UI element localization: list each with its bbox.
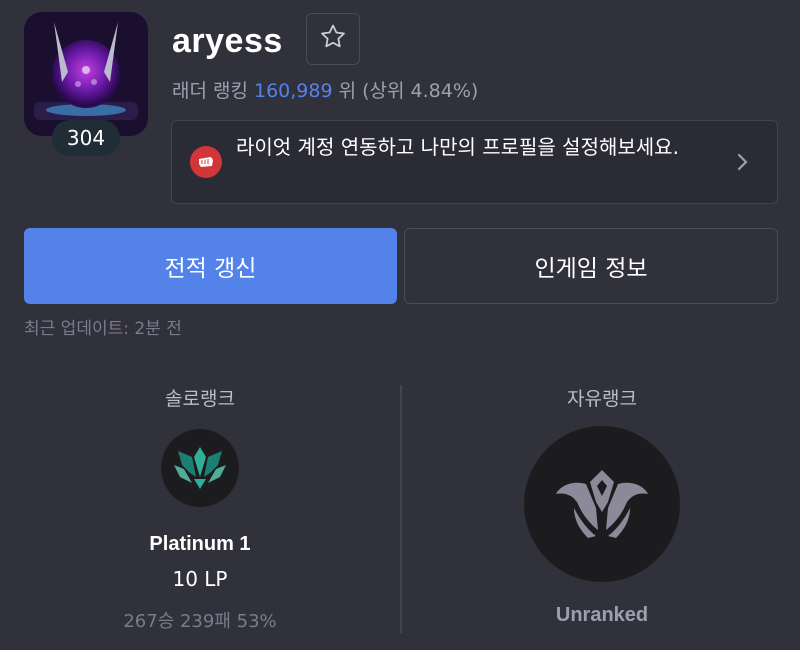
platinum-emblem-icon (161, 429, 239, 507)
ladder-suffix: 위 (상위 4.84%) (332, 80, 479, 102)
favorite-button[interactable] (306, 13, 360, 65)
last-updated-text: 최근 업데이트: 2분 전 (24, 319, 182, 339)
ladder-rank-number[interactable]: 160,989 (254, 80, 333, 102)
update-record-button[interactable]: 전적 갱신 (24, 228, 397, 304)
riot-link-banner[interactable]: 라이엇 계정 연동하고 나만의 프로필을 설정해보세요. (171, 120, 778, 204)
solo-lp: 10 LP (172, 567, 228, 591)
riot-fist-icon (190, 146, 222, 178)
solo-rank-title: 솔로랭크 (165, 388, 235, 410)
profile-icon (24, 12, 148, 136)
star-icon (318, 22, 348, 56)
rank-divider (400, 385, 402, 633)
level-badge: 304 (52, 120, 120, 156)
ladder-prefix: 래더 랭킹 (172, 80, 254, 102)
chevron-right-icon (735, 150, 751, 178)
riot-banner-text: 라이엇 계정 연동하고 나만의 프로필을 설정해보세요. (236, 135, 679, 159)
flex-tier: Unranked (555, 604, 649, 626)
unranked-emblem-icon (524, 426, 680, 582)
ladder-ranking: 래더 랭킹 160,989 위 (상위 4.84%) (172, 76, 478, 103)
flex-rank-title: 자유랭크 (567, 388, 637, 410)
summoner-name: aryess (172, 22, 283, 60)
solo-tier: Platinum 1 (149, 533, 251, 555)
ingame-info-button[interactable]: 인게임 정보 (404, 228, 778, 304)
solo-win-loss: 267승 239패 53% (123, 611, 277, 632)
